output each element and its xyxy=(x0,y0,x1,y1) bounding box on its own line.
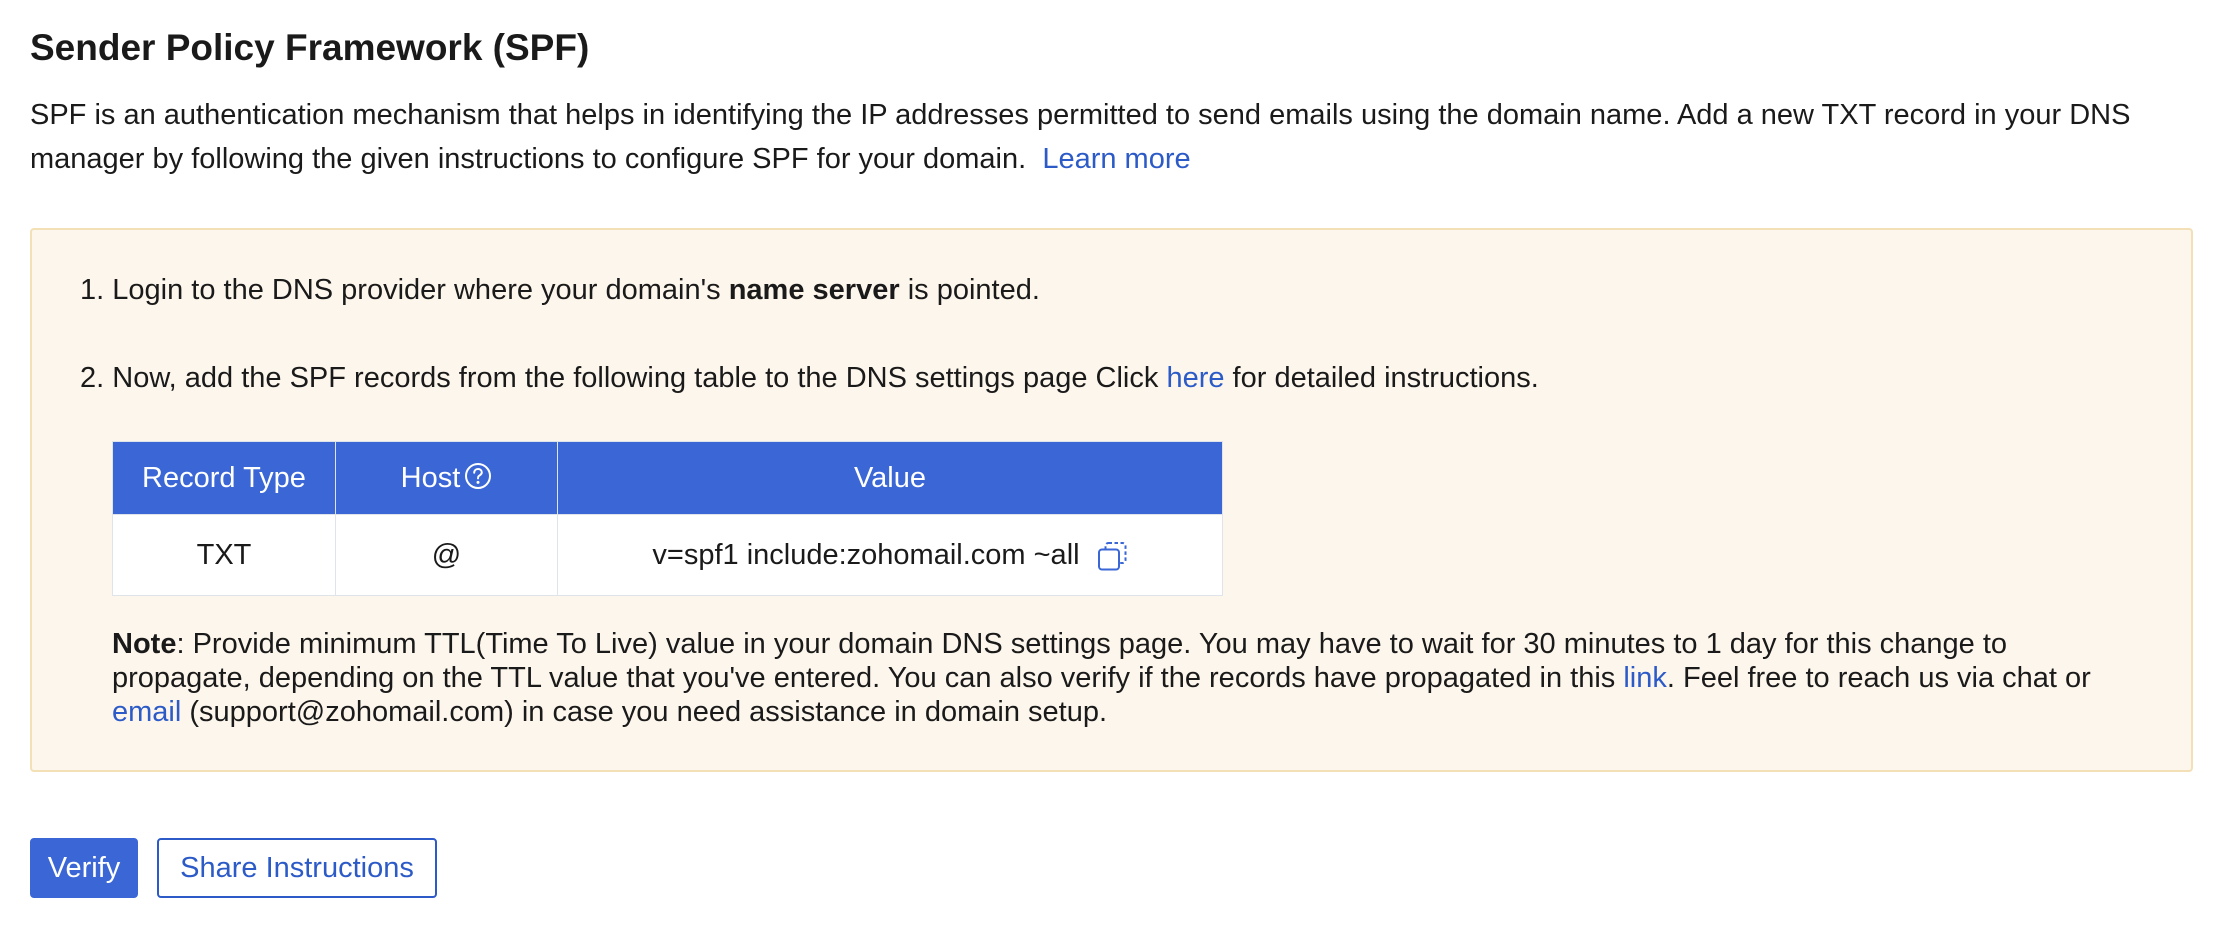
note-paragraph: Note: Provide minimum TTL(Time To Live) … xyxy=(112,627,2142,729)
copy-icon[interactable] xyxy=(1096,540,1128,572)
header-record-type-label: Record Type xyxy=(142,461,306,494)
share-instructions-button[interactable]: Share Instructions xyxy=(157,838,437,898)
table-row: TXT @ v=spf1 include:zohomail.com ~all xyxy=(112,514,1223,596)
dns-records-table: Record Type Host Value TXT @ v=spf1 incl… xyxy=(112,441,1223,596)
verify-button[interactable]: Verify xyxy=(30,838,138,898)
header-record-type: Record Type xyxy=(112,441,336,515)
header-host: Host xyxy=(335,441,558,515)
page-title: Sender Policy Framework (SPF) xyxy=(30,27,590,68)
question-circle-icon[interactable] xyxy=(464,462,492,490)
cell-value: v=spf1 include:zohomail.com ~all xyxy=(557,514,1223,596)
step-2-text-after: for detailed instructions. xyxy=(1232,362,1539,394)
header-host-label: Host xyxy=(400,461,461,494)
step-2-number: 2. xyxy=(80,362,105,394)
header-value: Value xyxy=(557,441,1223,515)
header-value-label: Value xyxy=(853,461,927,494)
step-1-number: 1. xyxy=(80,274,105,306)
step-2-text: Now, add the SPF records from the follow… xyxy=(112,362,1159,394)
intro-paragraph: SPF is an authentication mechanism that … xyxy=(30,93,2180,181)
learn-more-link[interactable]: Learn more xyxy=(1042,143,1190,175)
step-1: 1. Login to the DNS provider where your … xyxy=(80,270,1040,310)
step-1-bold: name server xyxy=(728,274,900,306)
cell-record-type: TXT xyxy=(112,514,336,596)
step-1-text: Login to the DNS provider where your dom… xyxy=(112,274,721,306)
step-1-text-after: is pointed. xyxy=(907,274,1040,306)
note-label: Note xyxy=(112,628,177,660)
here-link[interactable]: here xyxy=(1166,362,1224,394)
step-2: 2. Now, add the SPF records from the fol… xyxy=(80,358,1539,398)
propagation-link[interactable]: link xyxy=(1623,662,1667,694)
email-link[interactable]: email xyxy=(112,696,181,728)
note-text-3: (support@zohomail.com) in case you need … xyxy=(189,696,1108,728)
table-header-row: Record Type Host Value xyxy=(112,441,1223,515)
cell-host: @ xyxy=(335,514,558,596)
note-text-2: . Feel free to reach us via chat or xyxy=(1666,662,2091,694)
spf-value-text: v=spf1 include:zohomail.com ~all xyxy=(652,538,1080,571)
